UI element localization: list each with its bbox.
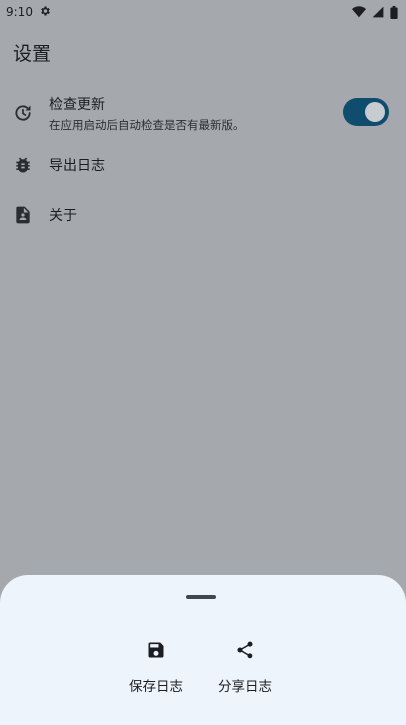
save-log-button[interactable]: 保存日志 bbox=[116, 639, 196, 695]
setting-export-log[interactable]: 导出日志 bbox=[0, 140, 406, 190]
setting-check-update[interactable]: 检查更新 在应用启动后自动检查是否有最新版。 bbox=[0, 86, 406, 140]
share-icon bbox=[234, 639, 256, 661]
check-update-subtitle: 在应用启动后自动检查是否有最新版。 bbox=[49, 117, 245, 132]
status-bar: 9:10 bbox=[0, 0, 406, 24]
update-clock-icon bbox=[13, 103, 33, 123]
save-icon bbox=[145, 639, 167, 661]
setting-about[interactable]: 关于 bbox=[0, 190, 406, 240]
about-title: 关于 bbox=[49, 208, 77, 224]
check-update-toggle[interactable] bbox=[343, 98, 389, 126]
save-log-label: 保存日志 bbox=[129, 679, 183, 695]
settings-list: 检查更新 在应用启动后自动检查是否有最新版。 导出日志 关于 bbox=[0, 86, 406, 240]
signal-icon bbox=[372, 6, 384, 18]
check-update-title: 检查更新 bbox=[49, 96, 105, 113]
share-log-label: 分享日志 bbox=[218, 679, 272, 695]
page-title: 设置 bbox=[13, 42, 52, 65]
status-time: 9:10 bbox=[6, 5, 33, 19]
settings-icon bbox=[39, 5, 51, 20]
app-bar: 设置 bbox=[0, 36, 406, 68]
export-log-title: 导出日志 bbox=[49, 158, 105, 174]
check-update-text: 检查更新 在应用启动后自动检查是否有最新版。 bbox=[49, 94, 245, 133]
toggle-thumb bbox=[365, 102, 385, 122]
bottom-sheet: 保存日志 分享日志 bbox=[0, 575, 406, 725]
contact-document-icon bbox=[13, 205, 33, 225]
status-right bbox=[352, 5, 398, 19]
wifi-icon bbox=[352, 6, 366, 18]
status-left: 9:10 bbox=[6, 5, 51, 20]
battery-icon bbox=[390, 5, 398, 19]
bug-icon bbox=[13, 155, 33, 175]
drag-handle[interactable] bbox=[186, 595, 216, 599]
share-log-button[interactable]: 分享日志 bbox=[205, 639, 285, 695]
